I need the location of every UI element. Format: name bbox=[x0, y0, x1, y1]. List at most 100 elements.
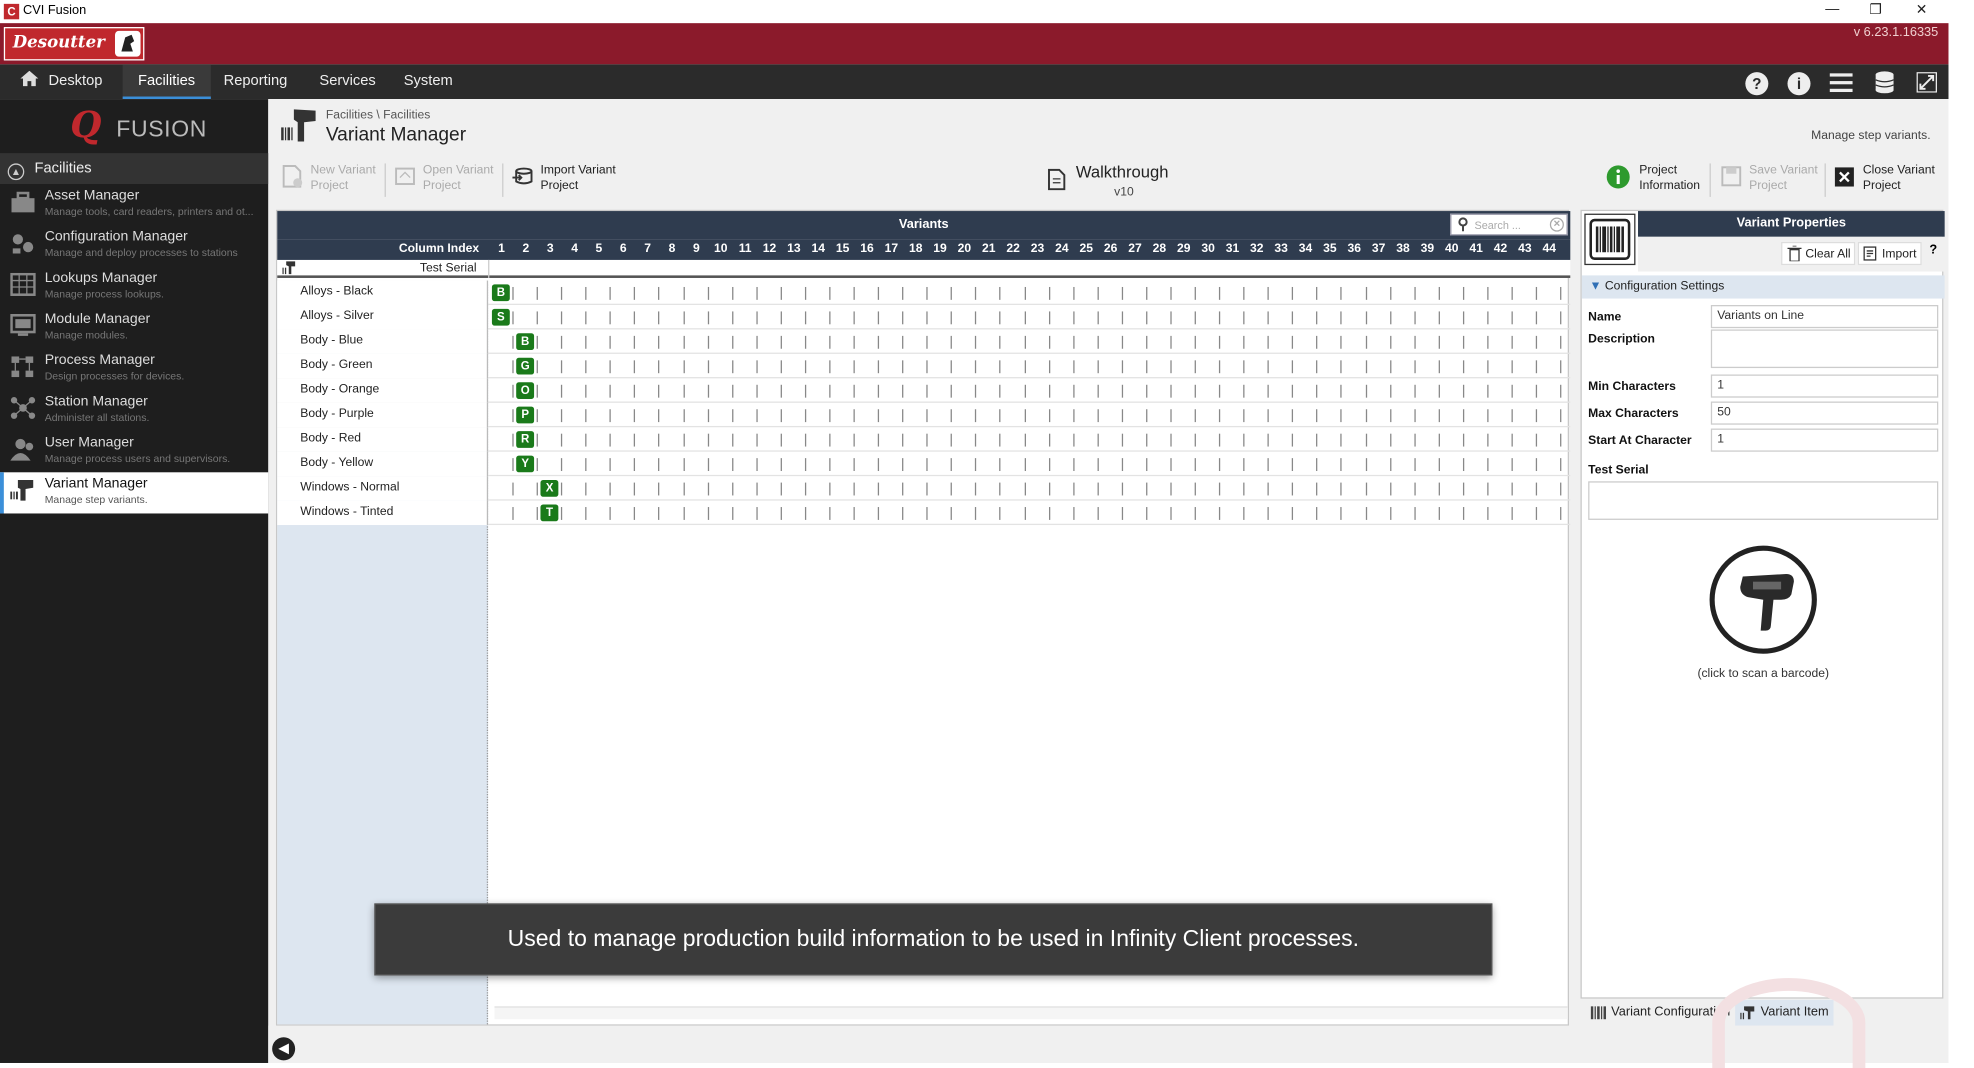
column-header[interactable]: 12 bbox=[757, 242, 781, 256]
column-header[interactable]: 1 bbox=[489, 242, 513, 256]
variant-tag[interactable]: T bbox=[540, 504, 559, 522]
table-row[interactable]: Body - Red R bbox=[277, 427, 1571, 452]
column-header[interactable]: 8 bbox=[660, 242, 684, 256]
sidebar-item-station-manager[interactable]: Station Manager Administer all stations. bbox=[0, 390, 268, 431]
column-header[interactable]: 43 bbox=[1513, 242, 1537, 256]
sidebar-item-module-manager[interactable]: Module Manager Manage modules. bbox=[0, 308, 268, 349]
column-header[interactable]: 24 bbox=[1050, 242, 1074, 256]
configuration-settings-section[interactable]: ▼ Configuration Settings bbox=[1581, 275, 1945, 299]
column-header[interactable]: 4 bbox=[562, 242, 586, 256]
sidebar-section-facilities[interactable]: ▲ Facilities bbox=[0, 153, 269, 185]
column-header[interactable]: 41 bbox=[1464, 242, 1488, 256]
column-header[interactable]: 33 bbox=[1269, 242, 1293, 256]
help-button[interactable]: ? bbox=[1929, 243, 1937, 257]
column-header[interactable]: 18 bbox=[904, 242, 928, 256]
sidebar-item-variant-manager[interactable]: Variant Manager Manage step variants. bbox=[0, 472, 269, 514]
minimize-button[interactable]: — bbox=[1819, 1, 1845, 16]
sidebar-item-user-manager[interactable]: User Manager Manage process users and su… bbox=[0, 431, 268, 472]
help-icon[interactable]: ? bbox=[1743, 68, 1771, 96]
variant-tag[interactable]: B bbox=[491, 284, 510, 302]
column-header[interactable]: 5 bbox=[587, 242, 611, 256]
table-row[interactable]: Alloys - Silver S bbox=[277, 304, 1571, 330]
close-window-button[interactable]: ✕ bbox=[1909, 1, 1935, 18]
menu-services[interactable]: Services bbox=[304, 64, 391, 99]
name-field[interactable]: Variants on Line bbox=[1710, 304, 1939, 329]
min-characters-field[interactable]: 1 bbox=[1710, 374, 1939, 398]
search-input[interactable]: Search ... bbox=[1474, 216, 1520, 234]
column-header[interactable]: 39 bbox=[1415, 242, 1439, 256]
column-header[interactable]: 31 bbox=[1220, 242, 1244, 256]
column-header[interactable]: 25 bbox=[1074, 242, 1098, 256]
column-header[interactable]: 13 bbox=[782, 242, 806, 256]
variant-tag[interactable]: O bbox=[516, 382, 535, 399]
table-row[interactable]: Body - Yellow Y bbox=[277, 451, 1571, 477]
column-header[interactable]: 23 bbox=[1025, 242, 1049, 256]
table-row[interactable]: Windows - Normal X bbox=[277, 476, 1571, 501]
description-field[interactable] bbox=[1710, 329, 1939, 369]
variant-tag[interactable]: R bbox=[516, 431, 535, 448]
column-header[interactable]: 22 bbox=[1001, 242, 1025, 256]
table-row[interactable]: Body - Orange O bbox=[277, 378, 1571, 403]
menu-desktop[interactable]: Desktop bbox=[5, 64, 118, 99]
sidebar-item-configuration-manager[interactable]: Configuration Manager Manage and deploy … bbox=[0, 225, 268, 266]
info-icon[interactable]: i bbox=[1785, 68, 1813, 96]
hamburger-menu-icon[interactable] bbox=[1827, 68, 1855, 96]
column-header[interactable]: 27 bbox=[1123, 242, 1147, 256]
column-header[interactable]: 21 bbox=[977, 242, 1001, 256]
start-at-character-field[interactable]: 1 bbox=[1710, 428, 1939, 452]
column-header[interactable]: 30 bbox=[1196, 242, 1220, 256]
sidebar-item-process-manager[interactable]: Process Manager Design processes for dev… bbox=[0, 349, 268, 390]
max-characters-field[interactable]: 50 bbox=[1710, 401, 1939, 425]
column-header[interactable]: 26 bbox=[1099, 242, 1123, 256]
column-header[interactable]: 6 bbox=[611, 242, 635, 256]
breadcrumb[interactable]: Facilities \ Facilities bbox=[326, 108, 431, 122]
column-header[interactable]: 36 bbox=[1342, 242, 1366, 256]
column-header[interactable]: 44 bbox=[1537, 242, 1561, 256]
test-serial-field[interactable] bbox=[1588, 481, 1939, 520]
table-row[interactable]: Body - Blue B bbox=[277, 329, 1571, 354]
variant-tag[interactable]: Y bbox=[516, 455, 535, 473]
column-header[interactable]: 32 bbox=[1245, 242, 1269, 256]
column-header[interactable]: 38 bbox=[1391, 242, 1415, 256]
horizontal-scrollbar[interactable] bbox=[494, 1006, 1568, 1020]
back-arrow-icon[interactable]: ◀ bbox=[272, 1037, 296, 1061]
clear-all-button[interactable]: Clear All bbox=[1781, 241, 1856, 266]
clear-search-icon[interactable]: ✕ bbox=[1549, 217, 1564, 232]
column-header[interactable]: 10 bbox=[709, 242, 733, 256]
column-header[interactable]: 14 bbox=[806, 242, 830, 256]
column-header[interactable]: 20 bbox=[952, 242, 976, 256]
menu-reporting[interactable]: Reporting bbox=[208, 64, 302, 99]
variant-tag[interactable]: P bbox=[516, 406, 535, 424]
column-header[interactable]: 15 bbox=[830, 242, 854, 256]
column-header[interactable]: 40 bbox=[1440, 242, 1464, 256]
scan-barcode-button[interactable] bbox=[1709, 545, 1817, 654]
variant-tag[interactable]: B bbox=[516, 333, 535, 351]
table-row[interactable]: Body - Purple P bbox=[277, 402, 1571, 428]
import-button[interactable]: Import bbox=[1857, 241, 1922, 266]
database-icon[interactable] bbox=[1871, 68, 1899, 96]
grid-search[interactable]: ⚲ Search ... ✕ bbox=[1450, 213, 1568, 236]
column-header[interactable]: 34 bbox=[1293, 242, 1317, 256]
column-header[interactable]: 16 bbox=[855, 242, 879, 256]
column-header[interactable]: 17 bbox=[879, 242, 903, 256]
restore-button[interactable]: ❐ bbox=[1863, 1, 1889, 18]
table-row[interactable]: Body - Green G bbox=[277, 353, 1571, 379]
column-header[interactable]: 19 bbox=[928, 242, 952, 256]
column-header[interactable]: 11 bbox=[733, 242, 757, 256]
column-header[interactable]: 28 bbox=[1147, 242, 1171, 256]
sidebar-item-asset-manager[interactable]: Asset Manager Manage tools, card readers… bbox=[0, 184, 268, 225]
column-header[interactable]: 35 bbox=[1318, 242, 1342, 256]
column-header[interactable]: 9 bbox=[684, 242, 708, 256]
column-header[interactable]: 3 bbox=[538, 242, 562, 256]
fullscreen-icon[interactable] bbox=[1913, 68, 1941, 96]
column-header[interactable]: 29 bbox=[1172, 242, 1196, 256]
sidebar-item-lookups-manager[interactable]: Lookups Manager Manage process lookups. bbox=[0, 266, 268, 307]
variant-tag[interactable]: S bbox=[491, 308, 510, 326]
column-header[interactable]: 7 bbox=[636, 242, 660, 256]
variant-tag[interactable]: G bbox=[516, 357, 535, 375]
table-row[interactable]: Alloys - Black B bbox=[277, 280, 1571, 305]
column-header[interactable]: 2 bbox=[514, 242, 538, 256]
column-header[interactable]: 37 bbox=[1367, 242, 1391, 256]
column-header[interactable]: 42 bbox=[1488, 242, 1512, 256]
menu-system[interactable]: System bbox=[388, 64, 468, 99]
